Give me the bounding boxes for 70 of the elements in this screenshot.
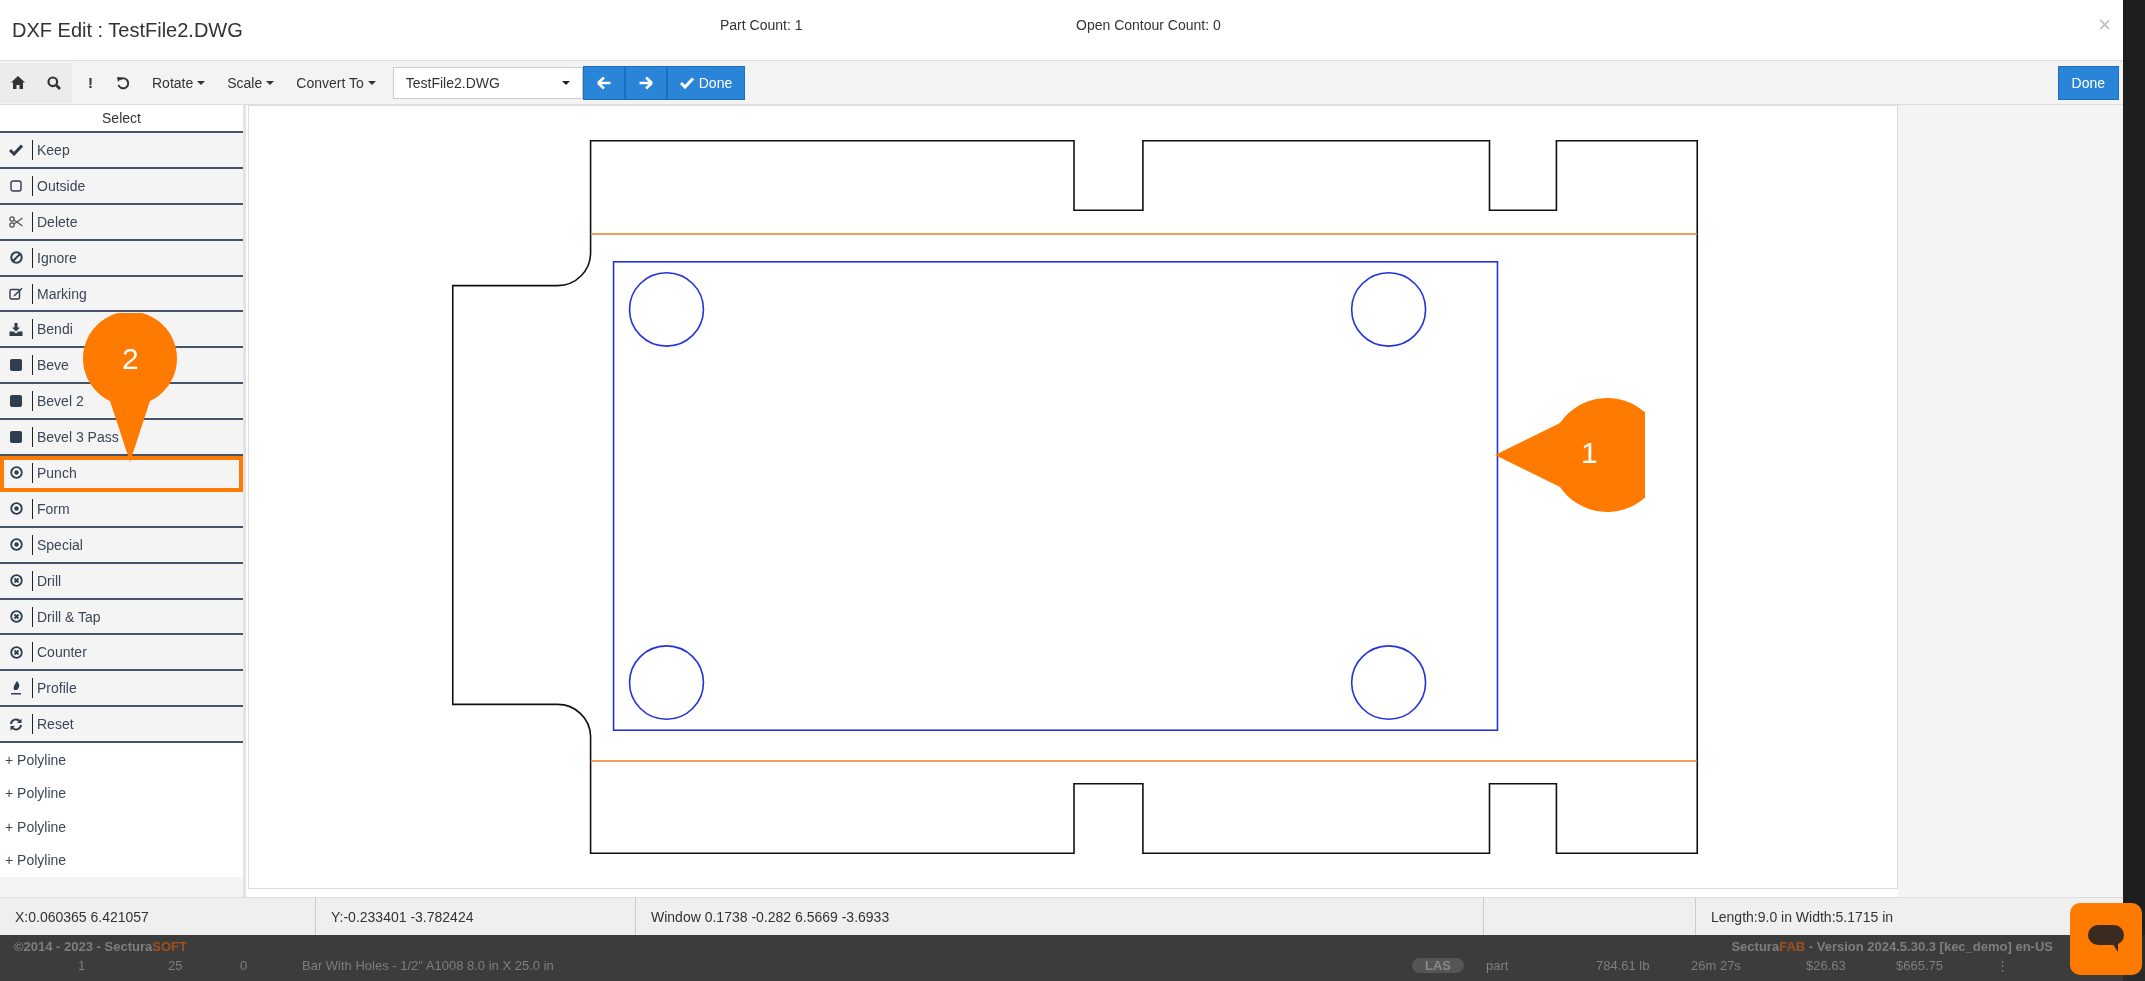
- done-button[interactable]: Done: [666, 65, 746, 100]
- undo-icon: [116, 75, 130, 90]
- sidebar-header: Select: [0, 105, 243, 133]
- select-item[interactable]: Counter: [0, 635, 243, 672]
- caret-icon: [561, 80, 570, 85]
- next-button[interactable]: [624, 65, 667, 100]
- table-cell-text: 25: [168, 958, 184, 973]
- right-arrow-icon: [638, 75, 653, 90]
- select-item[interactable]: Form: [0, 491, 243, 528]
- square-icon: [10, 395, 22, 408]
- search-icon: [47, 75, 61, 90]
- scissors-icon: [9, 215, 23, 228]
- x-circle-icon: [9, 574, 23, 588]
- table-cell-text: Bar With Holes - 1/2" A1008 8.0 in X 25.0 in: [302, 958, 555, 973]
- download-icon: [9, 322, 23, 336]
- menu-button[interactable]: Scale: [216, 62, 286, 103]
- caret-icon: [367, 80, 376, 85]
- ban-icon: [9, 251, 23, 265]
- table-cell-text: $665.75: [1896, 958, 1944, 973]
- chat-icon: [2088, 925, 2124, 953]
- target-icon: [9, 502, 23, 516]
- select-item[interactable]: Drill & Tap: [0, 599, 243, 636]
- edit-icon: [9, 287, 23, 300]
- select-item[interactable]: Punch: [0, 456, 243, 492]
- check-icon: [679, 76, 694, 89]
- select-item[interactable]: Keep: [0, 133, 243, 169]
- select-item[interactable]: Special: [0, 527, 243, 564]
- table-cell-text: 1: [78, 958, 87, 973]
- caret-icon: [266, 80, 275, 85]
- table-cell-text: 784.61 lb: [1596, 958, 1651, 973]
- refresh-icon: [9, 717, 23, 731]
- file-select[interactable]: TestFile2.DWG: [392, 66, 583, 99]
- menu-button[interactable]: Rotate: [141, 62, 217, 103]
- check-icon: [9, 143, 23, 156]
- done-button[interactable]: Done: [2057, 65, 2119, 100]
- version-text: SecturaFAB - Version 2024.5.30.3 [kec_demo] en-US: [1731, 939, 2053, 954]
- polyline-item[interactable]: + Polyline: [0, 776, 243, 811]
- table-cell-text: 26m 27s: [1691, 958, 1742, 973]
- attachment-count: 0: [240, 958, 249, 973]
- dialog-title: DXF Edit : TestFile2.DWG: [12, 18, 243, 42]
- square-icon: [10, 431, 22, 444]
- x-circle-icon: [9, 645, 23, 659]
- table-cell-text: part: [1486, 958, 1510, 973]
- previous-button[interactable]: [582, 65, 625, 100]
- alert-button[interactable]: !: [76, 62, 105, 103]
- square-icon: [10, 179, 22, 192]
- x-circle-icon: [9, 610, 23, 623]
- menu-button[interactable]: Convert To: [285, 62, 387, 103]
- chat-button[interactable]: [2070, 903, 2142, 975]
- home-icon: [11, 76, 25, 89]
- select-item[interactable]: Drill: [0, 563, 243, 600]
- table-cell-text: $26.63: [1806, 958, 1847, 973]
- polyline-item[interactable]: + Polyline: [0, 743, 243, 777]
- part-count: Part Count: 1: [720, 17, 803, 33]
- select-item[interactable]: Outside: [0, 168, 243, 205]
- polyline-item[interactable]: + Polyline: [0, 843, 243, 878]
- part-dimensions: Length:9.0 in Width:5.1715 in: [1710, 907, 1895, 927]
- left-arrow-icon: [596, 75, 611, 90]
- square-icon: [10, 359, 22, 372]
- target-icon: [9, 538, 23, 552]
- polyline-item[interactable]: + Polyline: [0, 810, 243, 844]
- copyright-text: ©2014 - 2023 - SecturaSOFT: [14, 939, 187, 954]
- select-item[interactable]: Marking: [0, 276, 243, 313]
- select-item[interactable]: Ignore: [0, 240, 243, 277]
- open-contour-count: Open Contour Count: 0: [1076, 17, 1221, 33]
- pen-icon: [10, 681, 22, 696]
- select-item[interactable]: Profile: [0, 671, 243, 708]
- caret-icon: [197, 80, 206, 85]
- select-item[interactable]: Delete: [0, 204, 243, 241]
- target-icon: [9, 466, 23, 480]
